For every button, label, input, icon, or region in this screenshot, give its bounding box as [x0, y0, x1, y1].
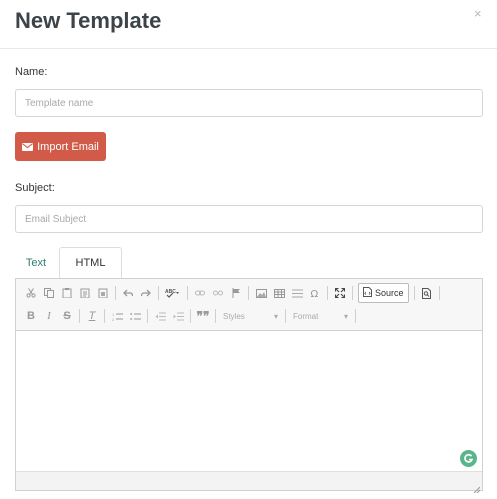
- import-email-button[interactable]: Import Email: [15, 132, 106, 161]
- italic-icon[interactable]: I: [40, 306, 58, 326]
- toolbar-separator: [190, 309, 191, 323]
- tab-text[interactable]: Text: [15, 247, 57, 278]
- import-email-label: Import Email: [37, 140, 99, 153]
- source-button[interactable]: Source: [358, 283, 409, 303]
- toolbar-separator: [285, 309, 286, 323]
- envelope-icon: [22, 142, 34, 151]
- bold-icon[interactable]: B: [22, 306, 40, 326]
- styles-label: Styles: [223, 311, 245, 321]
- name-label: Name:: [15, 66, 48, 78]
- redo-icon[interactable]: [137, 283, 155, 303]
- toolbar-separator: [147, 309, 148, 323]
- format-dropdown[interactable]: Format ▾: [289, 308, 352, 324]
- horizontal-line-icon[interactable]: [288, 283, 306, 303]
- bullet-list-icon[interactable]: [126, 306, 144, 326]
- toolbar-separator: [104, 309, 105, 323]
- blockquote-icon[interactable]: ❞❞: [194, 306, 212, 326]
- modal-header: New Template ×: [0, 0, 497, 49]
- numbered-list-icon[interactable]: 12: [108, 306, 126, 326]
- toolbar-separator: [438, 286, 440, 300]
- grammarly-icon[interactable]: [460, 450, 477, 467]
- toolbar-separator: [355, 309, 356, 323]
- template-name-input[interactable]: [15, 89, 483, 117]
- preview-icon[interactable]: [418, 283, 436, 303]
- link-icon[interactable]: [191, 283, 209, 303]
- subject-label: Subject:: [15, 182, 55, 194]
- strike-icon[interactable]: S: [58, 306, 76, 326]
- editor-tabs: Text HTML: [15, 247, 483, 279]
- undo-icon[interactable]: [119, 283, 137, 303]
- toolbar-separator: [158, 286, 159, 300]
- chevron-down-icon: ▾: [343, 311, 348, 321]
- source-icon: [363, 287, 372, 299]
- indent-icon[interactable]: [169, 306, 187, 326]
- source-label: Source: [375, 288, 404, 298]
- resize-handle-icon[interactable]: [472, 480, 481, 494]
- paste-text-icon[interactable]: [76, 283, 94, 303]
- toolbar-separator: [215, 309, 216, 323]
- svg-text:2: 2: [112, 317, 115, 321]
- cut-icon[interactable]: [22, 283, 40, 303]
- svg-text:Ω: Ω: [311, 289, 319, 298]
- remove-format-icon[interactable]: T: [83, 306, 101, 326]
- maximize-icon[interactable]: [331, 283, 349, 303]
- toolbar-separator: [248, 286, 249, 300]
- toolbar-separator: [413, 286, 415, 300]
- unlink-icon[interactable]: [209, 283, 227, 303]
- svg-text:ABC: ABC: [165, 289, 176, 295]
- editor-toolbar: ABC Ω Source B I S T 1 2 ❞❞ Styles ▾ For…: [16, 279, 482, 331]
- outdent-icon[interactable]: [151, 306, 169, 326]
- copy-icon[interactable]: [40, 283, 58, 303]
- email-subject-input[interactable]: [15, 205, 483, 233]
- anchor-icon[interactable]: [227, 283, 245, 303]
- image-icon[interactable]: [252, 283, 270, 303]
- spellcheck-icon[interactable]: ABC: [162, 283, 184, 303]
- format-label: Format: [293, 311, 319, 321]
- rich-text-editor: ABC Ω Source B I S T 1 2 ❞❞ Styles ▾ For…: [15, 278, 483, 494]
- paste-word-icon[interactable]: [94, 283, 112, 303]
- styles-dropdown[interactable]: Styles ▾: [219, 308, 282, 324]
- paste-icon[interactable]: [58, 283, 76, 303]
- toolbar-separator: [115, 286, 116, 300]
- toolbar-separator: [79, 309, 80, 323]
- close-icon[interactable]: ×: [474, 6, 482, 21]
- editor-content-area[interactable]: [16, 331, 482, 471]
- editor-statusbar: [16, 471, 482, 494]
- toolbar-separator: [327, 286, 328, 300]
- tab-html[interactable]: HTML: [59, 247, 122, 279]
- toolbar-separator: [187, 286, 188, 300]
- special-char-icon[interactable]: Ω: [306, 283, 324, 303]
- modal-title: New Template: [15, 8, 162, 33]
- toolbar-row-2: B I S T 12 ❞❞ Styles ▾ Format ▾: [22, 305, 359, 327]
- table-icon[interactable]: [270, 283, 288, 303]
- toolbar-row-1: ABC Ω Source: [22, 282, 443, 304]
- chevron-down-icon: ▾: [273, 311, 278, 321]
- toolbar-separator: [352, 286, 353, 300]
